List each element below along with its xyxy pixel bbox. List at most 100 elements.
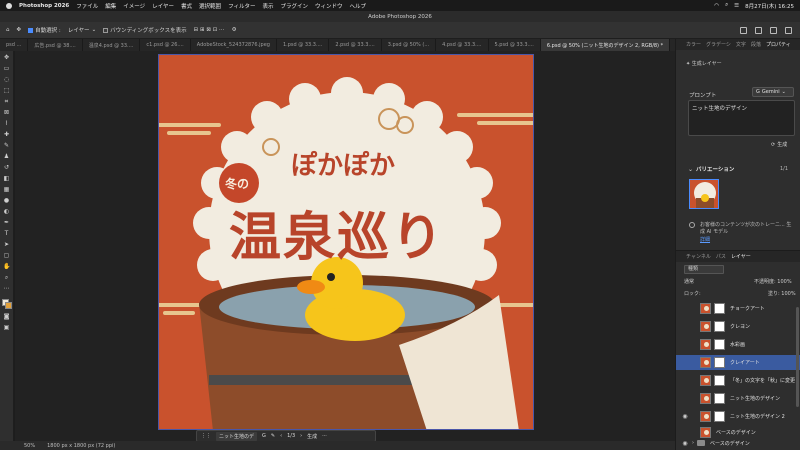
tab-properties[interactable]: プロパティ (766, 41, 791, 48)
bounding-box-checkbox[interactable] (103, 27, 109, 33)
prompt-textarea[interactable]: ニット生地のデザイン (688, 100, 795, 136)
background-color-swatch[interactable] (4, 302, 12, 309)
tab-character[interactable]: 文字 (736, 41, 746, 48)
prev-icon[interactable]: ‹ (280, 433, 282, 439)
layers-scrollbar[interactable] (796, 307, 799, 407)
layer-mask-thumbnail[interactable] (714, 339, 725, 350)
floatbar-generate-button[interactable]: 生成 (307, 433, 317, 440)
variations-header[interactable]: ⌄ バリエーション (688, 165, 734, 174)
more-icon[interactable]: ⋯ (322, 433, 327, 439)
search-icon-ps[interactable] (755, 26, 762, 34)
layer-name[interactable]: 水彩画 (730, 341, 745, 348)
layer-row[interactable]: 「冬」の文字を「秋」に変更 (676, 373, 800, 388)
blur-tool-icon[interactable]: ● (3, 197, 10, 204)
move-tool-icon[interactable]: ✥ (3, 54, 10, 61)
tab-channels[interactable]: チャンネル (686, 253, 711, 260)
menu-filter[interactable]: フィルター (228, 2, 255, 10)
layer-name[interactable]: 「冬」の文字を「秋」に変更 (730, 377, 795, 384)
brush-tool-icon[interactable]: ✎ (3, 142, 10, 149)
doc-tab[interactable]: 広告.psd @ 38.... (28, 39, 83, 51)
blend-mode-dropdown[interactable]: 通常 (684, 278, 694, 285)
layer-mask-thumbnail[interactable] (714, 303, 725, 314)
layer-name[interactable]: ニット生地のデザイン (730, 395, 780, 402)
eyedropper-tool-icon[interactable]: ⌇ (3, 120, 10, 127)
doc-tab[interactable]: AdobeStock_524372876.jpeg (191, 39, 277, 51)
artboard-tool-icon[interactable]: ▭ (3, 65, 10, 72)
doc-tab-active[interactable]: 6.psd @ 50% (ニット生地のデザイン 2, RGB/8) * (540, 39, 671, 51)
visibility-toggle[interactable]: ◉ (680, 440, 690, 447)
doc-tab[interactable]: 4.psd @ 33.3.... (436, 39, 489, 51)
tab-paths[interactable]: パス (716, 253, 726, 260)
gemini-icon[interactable]: G (262, 433, 266, 439)
layer-mask-thumbnail[interactable] (714, 411, 725, 422)
fill-field[interactable]: 塗り: 100% (768, 290, 796, 297)
layer-filter-dropdown[interactable]: 種類 (684, 265, 724, 274)
menu-plugins[interactable]: プラグイン (280, 2, 308, 10)
chevron-right-icon[interactable]: › (692, 440, 694, 446)
shape-tool-icon[interactable]: ▢ (3, 252, 10, 259)
grip-icon[interactable]: ⋮⋮ (201, 433, 211, 439)
layer-mask-thumbnail[interactable] (714, 393, 725, 404)
doc-tab[interactable]: 温泉4.psd @ 33.... (83, 39, 141, 51)
layer-name[interactable]: チョークアート (730, 305, 765, 312)
layer-name[interactable]: クレイアート (730, 359, 760, 366)
move-tool-icon[interactable]: ✥ (17, 27, 22, 33)
layer-group-row[interactable]: ◉ › ベースのデザイン (676, 437, 800, 449)
layer-row[interactable]: クレヨン (676, 319, 800, 334)
clock[interactable]: 8月27日(木) 16:25 (745, 2, 794, 10)
tab-paragraph[interactable]: 段落 (751, 41, 761, 48)
search-icon[interactable]: ⌕ (725, 2, 728, 9)
details-link[interactable]: 詳細 (700, 236, 710, 243)
doc-tab[interactable]: c1.psd @ 26.... (140, 39, 191, 51)
stamp-tool-icon[interactable]: ♟ (3, 153, 10, 160)
gradient-tool-icon[interactable]: ▦ (3, 186, 10, 193)
tab-layers[interactable]: レイヤー (731, 253, 751, 260)
visibility-toggle[interactable]: ◉ (680, 413, 690, 420)
layer-mask-thumbnail[interactable] (714, 321, 725, 332)
align-icons[interactable]: ⊟ ⊞ ⊠ ⊡ ⋯ (194, 27, 225, 33)
menu-type[interactable]: 書式 (181, 2, 192, 10)
type-tool-icon[interactable]: T (3, 230, 10, 237)
dodge-tool-icon[interactable]: ◐ (3, 208, 10, 215)
auto-select-option[interactable]: 自動選択 : (28, 26, 61, 34)
menu-select[interactable]: 選択範囲 (199, 2, 221, 10)
layer-mask-thumbnail[interactable] (714, 375, 725, 386)
menu-window[interactable]: ウィンドウ (315, 2, 343, 10)
menu-app-name[interactable]: Photoshop 2026 (19, 3, 69, 9)
menu-layer[interactable]: レイヤー (152, 2, 174, 10)
lock-options[interactable]: ロック: (684, 290, 701, 297)
home-icon[interactable]: ⌂ (6, 27, 10, 33)
canvas-workspace[interactable]: ぽかぽか 冬の 温泉巡り (15, 51, 675, 441)
control-center-icon[interactable]: ☰ (734, 3, 739, 9)
generate-button[interactable]: ⟳ 生成 (771, 141, 787, 149)
workspace-icon[interactable] (770, 26, 777, 34)
path-select-tool-icon[interactable]: ➤ (3, 241, 10, 248)
layer-row[interactable]: チョークアート (676, 301, 800, 316)
menu-help[interactable]: ヘルプ (350, 2, 367, 10)
menu-file[interactable]: ファイル (76, 2, 98, 10)
tab-color[interactable]: カラー (686, 41, 701, 48)
auto-select-target-dropdown[interactable]: レイヤー ⌄ (68, 26, 96, 34)
frame-tool-icon[interactable]: ⊠ (3, 109, 10, 116)
menu-view[interactable]: 表示 (262, 2, 273, 10)
layer-group-name[interactable]: ベースのデザイン (710, 440, 750, 447)
next-icon[interactable]: › (300, 433, 302, 439)
eraser-tool-icon[interactable]: ◧ (3, 175, 10, 182)
zoom-level[interactable]: 50% (24, 443, 35, 449)
layer-row[interactable]: ニット生地のデザイン (676, 391, 800, 406)
healing-tool-icon[interactable]: ✚ (3, 131, 10, 138)
layer-name[interactable]: クレヨン (730, 323, 750, 330)
layer-name[interactable]: ベースのデザイン (716, 429, 756, 436)
opacity-field[interactable]: 不透明度: 100% (754, 278, 792, 285)
layer-name[interactable]: ニット生地のデザイン 2 (730, 413, 785, 420)
crop-tool-icon[interactable]: ⌗ (3, 98, 10, 105)
apple-icon[interactable] (6, 2, 12, 9)
menu-image[interactable]: イメージ (123, 2, 145, 10)
history-brush-icon[interactable]: ↺ (3, 164, 10, 171)
edit-icon[interactable]: ✎ (271, 433, 275, 439)
variation-thumbnail[interactable] (689, 179, 719, 209)
document-canvas[interactable]: ぽかぽか 冬の 温泉巡り (158, 54, 534, 430)
color-swatches[interactable] (1, 299, 12, 309)
object-select-tool-icon[interactable]: ⬚ (3, 87, 10, 94)
zoom-tool-icon[interactable]: ⌕ (3, 274, 10, 281)
